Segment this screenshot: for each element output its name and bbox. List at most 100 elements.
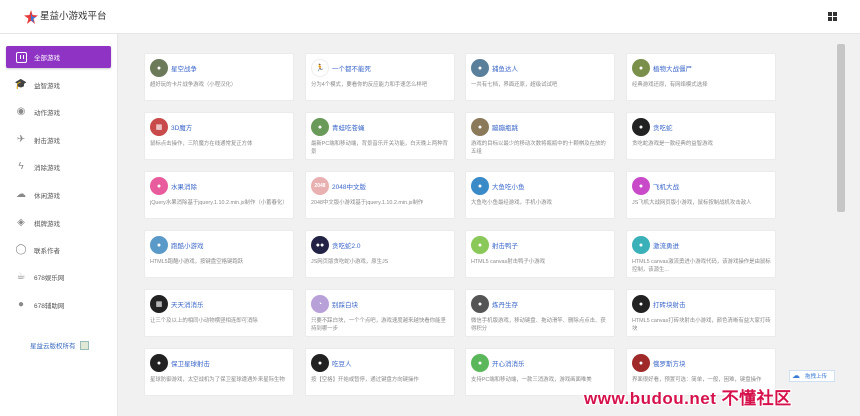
game-title-link[interactable]: 飞机大战: [653, 181, 679, 191]
game-card[interactable]: ● 蹦蹦瓶跳 游戏的目标以最少的移动次数将瓶瓶中的十颗棋及在放的五组: [465, 112, 615, 160]
game-thumbnail-icon: ●: [471, 177, 489, 195]
game-card[interactable]: ● 激流勇进 HTML5 canvas激流勇进小游戏代码，该游戏操作是由鼠标控制，该…: [626, 230, 776, 278]
game-description: 超好玩的卡片战争游戏（小程汉化）: [150, 82, 237, 88]
sidebar-item[interactable]: 🎓 益智游戏: [6, 74, 111, 96]
game-card[interactable]: ▦ 3D魔方 鼠标点击操作，三阶魔方在线通常复正方体: [144, 112, 294, 160]
sidebar-item-label: 益智游戏: [34, 83, 60, 90]
game-title-link[interactable]: 俄罗斯方块: [653, 358, 686, 368]
game-card[interactable]: ● 射击鸭子 HTML5 canvas射击鸭子小游戏: [465, 230, 615, 278]
game-thumbnail-icon: ●: [311, 118, 329, 136]
game-description: 只要不踩白块，一个个点吧，游戏速度越来越快看你能坚持到哪一步: [311, 318, 446, 332]
game-title-link[interactable]: 天天消消乐: [171, 299, 204, 309]
windows-icon[interactable]: [828, 12, 837, 21]
sidebar-item[interactable]: ◉ 动作游戏: [6, 101, 111, 123]
game-title-link[interactable]: 捕鱼达人: [492, 63, 518, 73]
game-title-link[interactable]: 别踩白块: [332, 299, 358, 309]
reddit-icon: ◉: [16, 106, 26, 117]
game-card[interactable]: ● 飞机大战 JS飞机大战网页版小游戏，鼠标按制战机攻击敌人: [626, 171, 776, 219]
watermark: www.budou.net 不懂社区: [584, 389, 792, 408]
game-card[interactable]: ● 炼丹生存 微信手机版游戏，移动键盘、拖动滑竿、删除点点击、获得积分: [465, 289, 615, 337]
sidebar-item-label: 休闲游戏: [34, 193, 60, 200]
game-card[interactable]: ◔ 别踩白块只要不踩白块，一个个点吧，游戏速度越来越快看你能坚持到哪一步: [305, 289, 455, 337]
game-title-link[interactable]: 3D魔方: [171, 122, 192, 132]
sidebar-item[interactable]: ◯ 联系作者: [6, 239, 111, 261]
game-card[interactable]: ● 植物大战僵尸 经典游戏还原，有网络模式选择: [626, 53, 776, 101]
game-card[interactable]: ● 吃豆人 按【空格】开始或暂停，通过键盘方向键操作: [305, 348, 455, 396]
cloud-upload-icon: ☁: [792, 371, 800, 380]
game-title-link[interactable]: 植物大战僵尸: [653, 63, 692, 73]
copyright-link[interactable]: 星益云版权所有: [30, 340, 89, 350]
game-thumbnail-icon: 🏃: [311, 59, 329, 77]
game-description: jQuery水果消除基于jquery.1.10.2.min.js制作（小蓄春化）: [150, 200, 288, 206]
game-card[interactable]: ● 跑酷小游戏 HTML5跑酷小游戏，按键盘空格键跑跃: [144, 230, 294, 278]
sidebar: 全部游戏 🎓 益智游戏 ◉ 动作游戏 ✈ 射击游戏 ϟ 消除游戏 ☁ 休闲游戏 ◈ 棋牌游戏 ◯ 联系作者 ☕…: [0, 34, 118, 416]
game-card[interactable]: ●● 贪吃蛇2.0 JS网页版贪吃蛇小游戏，原生JS: [305, 230, 455, 278]
coffee-icon: ☕: [16, 271, 26, 282]
game-thumbnail-icon: ●●: [311, 236, 329, 254]
game-title-link[interactable]: 贪吃蛇2.0: [332, 240, 361, 250]
game-title-link[interactable]: 2048中文版: [332, 181, 366, 191]
game-card[interactable]: ● 贪吃蛇 贪吃蛇游戏是一款经典的益智游戏: [626, 112, 776, 160]
game-title-link[interactable]: 打砖块射击: [653, 299, 686, 309]
sidebar-item[interactable]: ϟ 消除游戏: [6, 156, 111, 178]
game-thumbnail-glyph: ●: [156, 64, 162, 72]
sidebar-item[interactable]: ◈ 棋牌游戏: [6, 212, 111, 234]
game-title-link[interactable]: 激流勇进: [653, 240, 679, 250]
game-title-link[interactable]: 一个都不能死: [332, 63, 371, 73]
scrollbar-track[interactable]: [848, 34, 860, 416]
game-title-link[interactable]: 水果消除: [171, 181, 197, 191]
game-title-link[interactable]: 大鱼吃小鱼: [492, 181, 525, 191]
game-card[interactable]: 🏃 一个都不能死 分为4个模式，要看你的反应能力和手速怎么样吧: [305, 53, 455, 101]
sidebar-item[interactable]: ☕ 678娱乐网: [6, 266, 111, 288]
game-thumbnail-glyph: ●: [477, 359, 483, 367]
game-title-link[interactable]: 射击鸭子: [492, 240, 518, 250]
sidebar-item[interactable]: ☁ 休闲游戏: [6, 184, 111, 206]
game-card[interactable]: 2048 2048中文版 2048中文版小游戏基于jquery.1.10.2.min…: [305, 171, 455, 219]
game-card[interactable]: ● 青蛙吃苍蝇 最新PC端和移动端，背景音乐开关功能，白天晚上两种背景: [305, 112, 455, 160]
game-card[interactable]: ● 捕鱼达人 一共有七档，界面还原，超级试试吧: [465, 53, 615, 101]
game-card[interactable]: ● 保卫星球射击 星球防御游戏，太空战机为了保卫星球遭遇外来星际生物: [144, 348, 294, 396]
game-description: HTML5 canvas打砖块射击小游戏，颜色清晰有益大家打砖块: [632, 318, 771, 332]
game-thumbnail-glyph: ●: [317, 123, 323, 131]
game-title-link[interactable]: 蹦蹦瓶跳: [492, 122, 518, 132]
chat-bubble-icon: ●: [17, 299, 25, 310]
game-thumbnail-icon: ●: [632, 354, 650, 372]
game-title-link[interactable]: 贪吃蛇: [653, 122, 673, 132]
game-card[interactable]: ▦ 天天消消乐 让三个及以上的相同小动物横竖相连即可消除: [144, 289, 294, 337]
sidebar-item-label: 全部游戏: [34, 55, 60, 62]
sidebar-item[interactable]: 全部游戏: [6, 46, 111, 68]
game-thumbnail-icon: ●: [311, 354, 329, 372]
sidebar-item-label: 联系作者: [34, 248, 60, 255]
game-description: 微信手机版游戏，移动键盘、拖动滑竿、删除点点击、获得积分: [471, 318, 606, 332]
game-title-link[interactable]: 跑酷小游戏: [171, 240, 204, 250]
game-card[interactable]: ● 星空战争超好玩的卡片战争游戏（小程汉化）: [144, 53, 294, 101]
sidebar-item-label: 动作游戏: [34, 110, 60, 117]
game-grid: ● 星空战争 超好玩的卡片战争游戏（小程汉化） 🏃 一个都不能死 分为4个模式，要看你的反…: [118, 34, 848, 416]
sidebar-item[interactable]: ✈ 射击游戏: [6, 129, 111, 151]
game-thumbnail-glyph: 🏃: [315, 65, 325, 72]
game-card[interactable]: ● 水果消除 jQuery水果消除基于jquery.1.10.2.min.js制作（…: [144, 171, 294, 219]
sidebar-item-label: 678娱乐网: [34, 275, 65, 282]
game-title-link[interactable]: 保卫星球射击: [171, 358, 210, 368]
game-card[interactable]: ● 大鱼吃小鱼 大鱼吃小鱼最经游戏，手机小游戏: [465, 171, 615, 219]
game-title-link[interactable]: 炼丹生存: [492, 299, 518, 309]
game-thumbnail-icon: ●: [632, 177, 650, 195]
game-thumbnail-glyph: ●: [638, 123, 644, 131]
app-logo-icon[interactable]: [24, 10, 38, 24]
game-thumbnail-icon: ●: [150, 236, 168, 254]
rocket-icon: ✈: [16, 134, 26, 145]
game-description: 星球防御游戏，太空战机为了保卫星球遭遇外来星际生物: [150, 377, 285, 383]
certificate-badge-icon: [79, 340, 89, 350]
game-card[interactable]: ● 打砖块射击 HTML5 canvas打砖块射击小游戏，颜色清晰有益大家打砖块: [626, 289, 776, 337]
game-title-link[interactable]: 星空战争: [171, 63, 197, 73]
game-description: 让三个及以上的相同小动物横竖相连即可消除: [150, 318, 258, 324]
upload-button[interactable]: ☁ 拖拽上传: [789, 370, 835, 382]
game-thumbnail-icon: ●: [471, 236, 489, 254]
graduation-cap-icon: 🎓: [14, 79, 28, 90]
game-title-link[interactable]: 开心消消乐: [492, 358, 525, 368]
game-title-link[interactable]: 青蛙吃苍蝇: [332, 122, 365, 132]
sidebar-item[interactable]: ● 678辅助网: [6, 294, 111, 316]
game-thumbnail-icon: ◔: [311, 295, 329, 313]
game-title-link[interactable]: 吃豆人: [332, 358, 352, 368]
scrollbar-thumb[interactable]: [837, 44, 845, 212]
